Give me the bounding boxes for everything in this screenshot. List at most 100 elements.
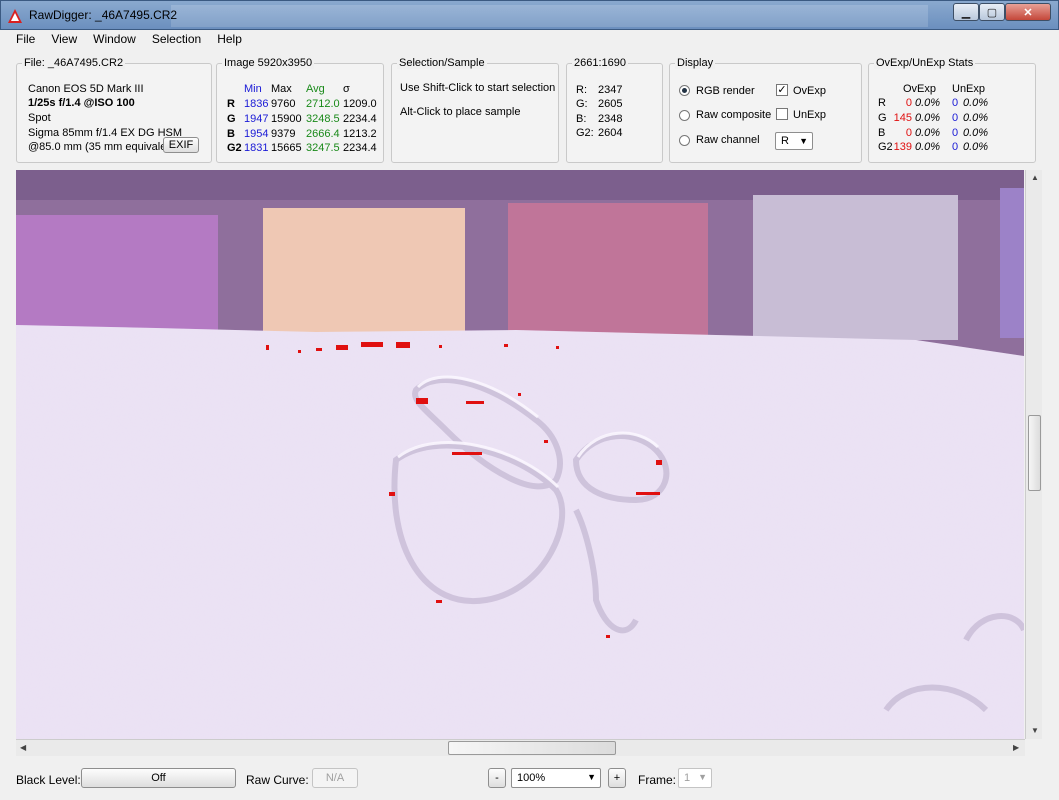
row-r-sigma: 1209.0: [343, 98, 377, 110]
row-g-sigma: 2234.4: [343, 113, 377, 125]
camera-model: Canon EOS 5D Mark III: [28, 83, 144, 95]
check-icon: ✓: [777, 84, 787, 96]
row-g2-avg: 3247.5: [306, 142, 340, 154]
ovexp-checkbox[interactable]: ✓: [776, 84, 788, 96]
selection-hint-shift: Use Shift-Click to start selection: [400, 82, 556, 94]
exposure-info: 1/25s f/1.4 @ISO 100: [28, 97, 135, 109]
vertical-scrollbar[interactable]: ▲ ▼: [1025, 170, 1042, 739]
background-taskbar: [171, 5, 928, 27]
frame-label: Frame:: [638, 773, 677, 787]
raw-curve-label: Raw Curve:: [246, 773, 309, 787]
image-size-title: Image 5920x3950: [222, 57, 315, 69]
stats-header-ovexp: OvExp: [903, 83, 937, 95]
file-label: File: _46A7495.CR2: [22, 57, 126, 69]
minimize-button[interactable]: ▁: [953, 3, 979, 21]
pixel-r-value: 2347: [598, 84, 623, 96]
selection-hint-alt: Alt-Click to place sample: [400, 106, 521, 118]
maximize-button[interactable]: ▢: [979, 3, 1005, 21]
stats-r-un-count: 0: [952, 97, 959, 109]
menu-selection[interactable]: Selection: [144, 32, 209, 46]
raw-composite-radio[interactable]: [679, 110, 690, 121]
frame-select[interactable]: 1 ▼: [678, 768, 712, 788]
pixel-r-label: R:: [576, 84, 587, 96]
stats-g-un-count: 0: [952, 112, 959, 124]
row-g-min: 1947: [244, 113, 269, 125]
raw-photo: [16, 170, 1024, 739]
cursor-coordinates: 2661:1690: [572, 57, 628, 69]
selection-title: Selection/Sample: [397, 57, 487, 69]
zoom-out-button[interactable]: -: [488, 768, 506, 788]
pixel-g-label: G:: [576, 98, 588, 110]
zoom-value: 100%: [517, 772, 546, 784]
stats-b-ov-pct: 0.0%: [915, 127, 941, 139]
menu-file[interactable]: File: [8, 32, 43, 46]
row-r-avg: 2712.0: [306, 98, 340, 110]
rgb-render-radio[interactable]: [679, 85, 690, 96]
maximize-icon: ▢: [986, 6, 998, 19]
row-g2-min: 1831: [244, 142, 269, 154]
scroll-down-icon[interactable]: ▼: [1031, 726, 1039, 735]
stats-header-unexp: UnExp: [952, 83, 986, 95]
window-title: RawDigger: _46A7495.CR2: [29, 8, 178, 22]
stats-g2-ov-count: 139: [893, 141, 912, 153]
horizontal-scroll-thumb[interactable]: [448, 741, 616, 755]
raw-channel-select[interactable]: R ▼: [775, 132, 813, 150]
stats-r-ov-count: 0: [905, 97, 912, 109]
black-level-label: Black Level:: [16, 773, 81, 787]
stats-g2-un-count: 0: [952, 141, 959, 153]
pixel-g2-label: G2:: [576, 127, 594, 139]
row-b-max: 9379: [271, 128, 296, 140]
raw-composite-label: Raw composite: [696, 109, 772, 121]
horizontal-scrollbar[interactable]: ◀ ▶: [16, 739, 1025, 756]
header-max: Max: [271, 83, 292, 95]
raw-channel-value: R: [781, 135, 789, 147]
raw-channel-label: Raw channel: [696, 134, 760, 146]
stats-g2-ov-pct: 0.0%: [915, 141, 941, 153]
menu-window[interactable]: Window: [85, 32, 144, 46]
row-b-sigma: 1213.2: [343, 128, 377, 140]
row-g-max: 15900: [271, 113, 302, 125]
zoom-select[interactable]: 100% ▼: [511, 768, 601, 788]
row-r-max: 9760: [271, 98, 296, 110]
black-level-button[interactable]: Off: [81, 768, 236, 788]
pixel-g-value: 2605: [598, 98, 623, 110]
unexp-checkbox[interactable]: [776, 108, 788, 120]
raw-channel-radio[interactable]: [679, 135, 690, 146]
stats-b-ov-count: 0: [905, 127, 912, 139]
stats-g-ov-pct: 0.0%: [915, 112, 941, 124]
header-sigma: σ: [343, 83, 350, 95]
exif-button[interactable]: EXIF: [163, 137, 199, 153]
frame-value: 1: [684, 772, 691, 784]
scroll-up-icon[interactable]: ▲: [1031, 173, 1039, 182]
row-g2-sigma: 2234.4: [343, 142, 377, 154]
raw-curve-button[interactable]: N/A: [312, 768, 358, 788]
bottom-toolbar: Black Level: Off Raw Curve: N/A - 100% ▼…: [0, 764, 1059, 794]
row-g-channel: G: [227, 113, 236, 125]
row-b-avg: 2666.4: [306, 128, 340, 140]
row-b-channel: B: [227, 128, 235, 140]
header-avg: Avg: [306, 83, 325, 95]
stats-title: OvExp/UnExp Stats: [874, 57, 976, 69]
close-button[interactable]: ✕: [1005, 3, 1051, 21]
scroll-right-icon[interactable]: ▶: [1013, 743, 1019, 752]
stats-g-ov-count: 145: [893, 112, 912, 124]
row-g2-channel: G2: [227, 142, 242, 154]
display-title: Display: [675, 57, 716, 69]
stats-b-un-count: 0: [952, 127, 959, 139]
image-viewer[interactable]: [16, 170, 1024, 739]
ovexp-label: OvExp: [793, 85, 827, 97]
menu-bar: File View Window Selection Help: [8, 30, 1051, 48]
zoom-in-button[interactable]: +: [608, 768, 626, 788]
vertical-scroll-thumb[interactable]: [1028, 415, 1041, 491]
header-min: Min: [244, 83, 262, 95]
row-r-min: 1836: [244, 98, 269, 110]
chevron-down-icon: ▼: [799, 136, 808, 146]
menu-view[interactable]: View: [43, 32, 85, 46]
rawdigger-app-icon: [7, 8, 23, 24]
scroll-left-icon[interactable]: ◀: [20, 743, 26, 752]
stats-g-un-pct: 0.0%: [963, 112, 989, 124]
menu-help[interactable]: Help: [209, 32, 250, 46]
title-bar: RawDigger: _46A7495.CR2 ▁ ▢ ✕: [0, 0, 1059, 30]
stats-r-label: R: [878, 97, 886, 109]
row-g-avg: 3248.5: [306, 113, 340, 125]
